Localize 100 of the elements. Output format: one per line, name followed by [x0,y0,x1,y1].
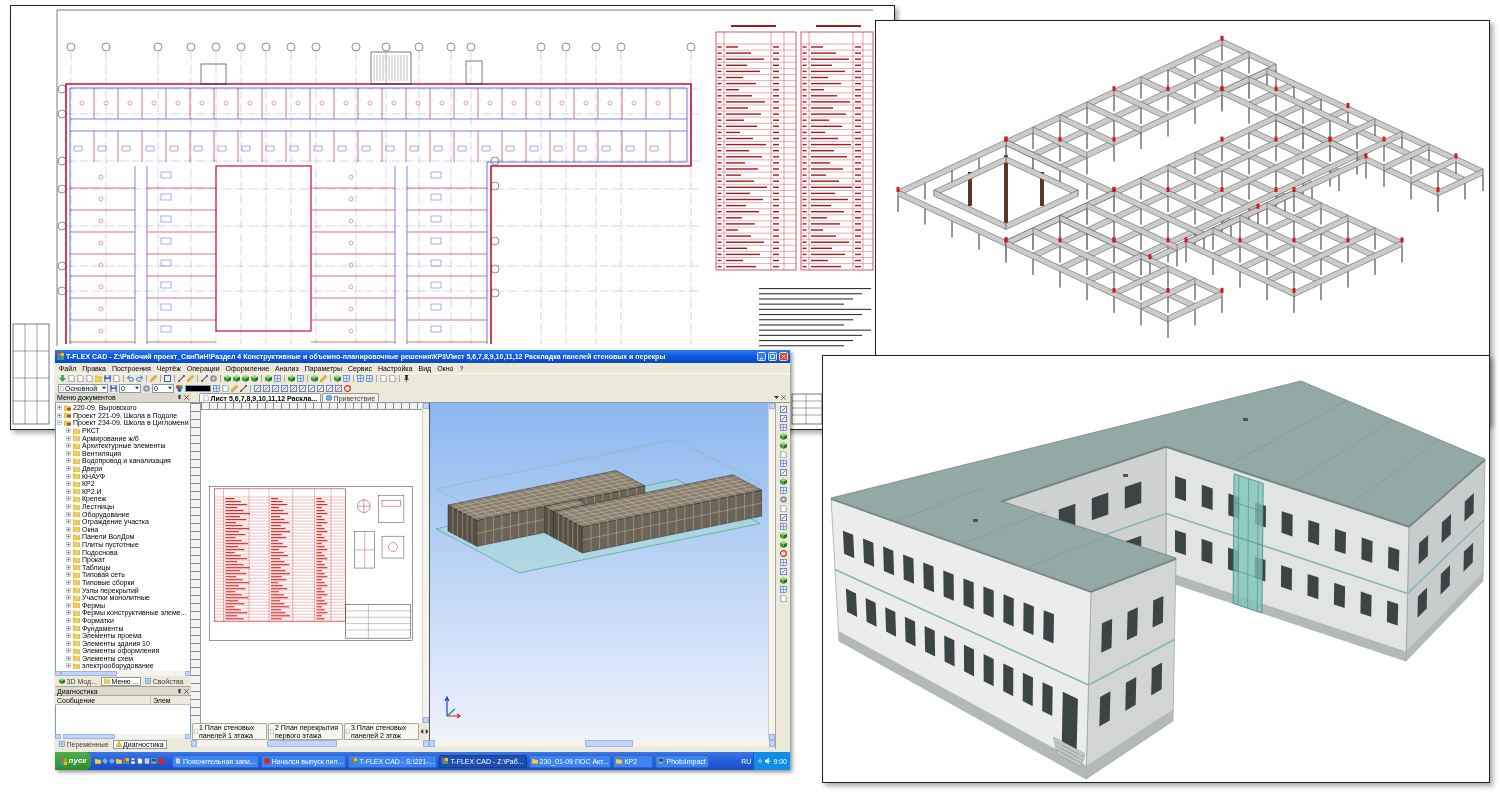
square-icon[interactable] [164,375,171,382]
pin-icon[interactable] [177,688,182,694]
close-icon[interactable] [781,395,786,400]
caret-icon[interactable] [774,395,779,400]
plus-box-icon[interactable] [66,655,71,661]
globe-icon[interactable] [102,758,108,764]
plus-box-icon[interactable] [66,428,71,434]
color-swatch-icon[interactable] [185,384,211,392]
cube-icon[interactable] [334,375,341,382]
plus-box-icon[interactable] [66,450,71,456]
frame-icon[interactable] [779,415,787,422]
plus-box-icon[interactable] [66,534,71,540]
minimize-button[interactable] [757,352,766,361]
right-arrow-icon[interactable] [425,729,429,734]
grid-icon[interactable] [779,487,787,494]
frame-icon[interactable] [308,384,315,392]
page-icon[interactable] [779,451,787,458]
plus-box-icon[interactable] [66,587,71,593]
grid-icon[interactable] [213,384,220,392]
page-icon[interactable] [137,758,143,764]
grid-icon[interactable] [357,375,364,382]
globe-icon[interactable] [109,758,115,764]
frame-icon[interactable] [290,384,297,392]
horizontal-scrollbar[interactable] [429,740,775,747]
horizontal-scrollbar[interactable] [55,671,191,676]
ring-icon[interactable] [779,550,787,557]
plus-box-icon[interactable] [66,640,71,646]
frame-icon[interactable] [281,384,288,392]
cube-icon[interactable] [779,577,787,584]
plus-box-icon[interactable] [66,663,71,669]
minus-box-icon[interactable] [57,420,62,426]
pin-icon[interactable] [403,375,410,382]
line-icon[interactable] [178,375,185,382]
undo-icon[interactable] [127,375,134,382]
vertical-scrollbar[interactable] [768,403,775,740]
disk-icon[interactable] [130,758,136,764]
vertical-scrollbar[interactable] [422,403,429,723]
frame-icon[interactable] [254,384,261,392]
frame-icon[interactable] [779,469,787,476]
grid-icon[interactable] [779,424,787,431]
cube-icon[interactable] [242,375,249,382]
line-icon[interactable] [201,375,208,382]
cube-icon[interactable] [251,375,258,382]
cube-icon[interactable] [311,375,318,382]
picture-icon[interactable] [151,758,157,764]
ring-icon[interactable] [344,384,351,392]
plus-box-icon[interactable] [66,610,71,616]
plus-box-icon[interactable] [66,579,71,585]
plus-box-icon[interactable] [66,595,71,601]
cube-icon[interactable] [779,541,787,548]
grid-icon[interactable] [366,375,373,382]
pin-icon[interactable] [177,395,182,400]
grid-icon[interactable] [274,375,281,382]
grid-icon[interactable] [297,375,304,382]
close-button[interactable] [779,352,788,361]
plus-box-icon[interactable] [66,473,71,479]
disc-icon[interactable] [143,384,150,392]
frame-icon[interactable] [779,568,787,575]
cube-icon[interactable] [224,375,231,382]
grid-icon[interactable] [779,586,787,593]
document-icon[interactable] [144,758,150,764]
plus-box-icon[interactable] [66,564,71,570]
grid-icon[interactable] [779,460,787,467]
plus-box-icon[interactable] [66,443,71,449]
cube-icon[interactable] [233,375,240,382]
line-icon[interactable] [240,384,247,392]
plus-box-icon[interactable] [66,519,71,525]
plus-box-icon[interactable] [66,602,71,608]
plus-box-icon[interactable] [66,466,71,472]
plus-box-icon[interactable] [57,405,62,411]
grid-icon[interactable] [343,375,350,382]
plus-box-icon[interactable] [66,572,71,578]
plus-box-icon[interactable] [66,542,71,547]
speaker-icon[interactable] [765,758,772,764]
frame-icon[interactable] [779,514,787,521]
page-icon[interactable] [779,505,787,512]
page-icon[interactable] [779,595,787,602]
plus-box-icon[interactable] [66,496,71,502]
grid-icon[interactable] [779,523,787,530]
horizontal-scrollbar[interactable] [55,734,191,739]
globe-icon[interactable] [757,758,764,764]
disc-icon[interactable] [779,496,787,503]
plus-box-icon[interactable] [66,617,71,623]
plus-box-icon[interactable] [66,648,71,654]
frame-icon[interactable] [326,384,333,392]
plus-box-icon[interactable] [66,549,71,555]
redo-icon[interactable] [136,375,143,382]
plus-box-icon[interactable] [66,504,71,509]
plus-box-icon[interactable] [66,458,71,464]
cube-icon[interactable] [779,442,787,449]
cube-icon[interactable] [265,375,272,382]
frame-icon[interactable] [317,384,324,392]
horizontal-scrollbar[interactable] [191,740,429,747]
cube-icon[interactable] [288,375,295,382]
cube-icon[interactable] [779,532,787,539]
palette-icon[interactable] [176,384,183,392]
down-arrow-icon[interactable] [59,375,66,382]
frame-icon[interactable] [299,384,306,392]
plus-box-icon[interactable] [57,412,62,418]
plus-box-icon[interactable] [66,557,71,563]
